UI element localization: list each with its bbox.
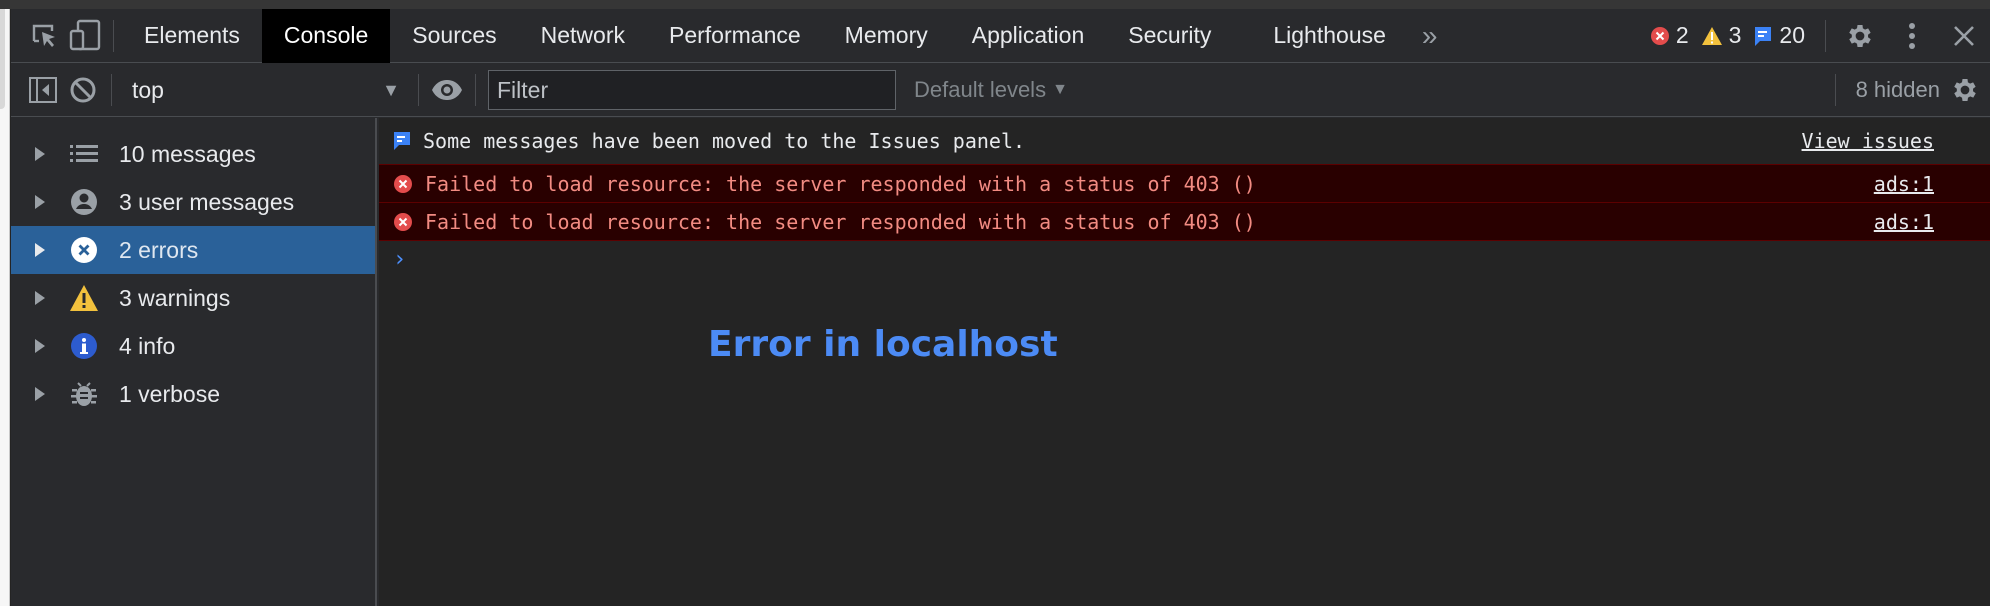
- more-tabs-button[interactable]: »: [1408, 20, 1448, 52]
- tab-console[interactable]: Console: [261, 8, 391, 63]
- separator: [418, 74, 419, 106]
- log-levels-dropdown[interactable]: Default levels ▼: [914, 77, 1068, 103]
- issues-moved-message: Some messages have been moved to the Iss…: [379, 118, 1990, 164]
- expand-arrow-icon[interactable]: [35, 195, 45, 209]
- page-edge: [0, 9, 10, 606]
- expand-arrow-icon[interactable]: [35, 387, 45, 401]
- context-value: top: [132, 76, 164, 103]
- error-count: 2: [1675, 22, 1689, 48]
- devtools-panel: Elements Console Sources Network Perform…: [11, 8, 1990, 606]
- gear-icon: [1849, 24, 1871, 47]
- overlay-caption: Error in localhost: [708, 324, 1058, 365]
- separator: [475, 74, 476, 106]
- sidebar-item-label: 2 errors: [119, 236, 199, 263]
- sidebar-item-label: 3 warnings: [119, 284, 231, 311]
- log-levels-label: Default levels: [914, 77, 1047, 102]
- expand-arrow-icon[interactable]: [35, 147, 45, 161]
- issues-count: 20: [1779, 22, 1805, 48]
- device-toolbar-button[interactable]: [65, 9, 105, 63]
- page-edge-knob: [0, 9, 5, 109]
- sidebar-item-label: 10 messages: [119, 140, 256, 167]
- filter-input[interactable]: [488, 70, 896, 110]
- sidebar-item-info[interactable]: 4 info: [11, 322, 375, 370]
- live-expression-button[interactable]: [427, 63, 467, 117]
- info-icon: [71, 333, 97, 359]
- settings-button[interactable]: [1834, 9, 1886, 63]
- sidebar-item-label: 3 user messages: [119, 188, 295, 215]
- tab-bar: Elements Console Sources Network Perform…: [11, 8, 1990, 63]
- issue-counters[interactable]: 2 3 20: [1650, 22, 1817, 49]
- gear-icon: [1954, 79, 1976, 101]
- hidden-count: 8 hidden: [1834, 74, 1940, 106]
- tab-memory[interactable]: Memory: [823, 9, 950, 63]
- tab-application[interactable]: Application: [950, 9, 1107, 63]
- issues-icon: [394, 132, 410, 150]
- close-icon: [1954, 25, 1974, 46]
- warning-count-icon: [1701, 26, 1722, 45]
- context-selector[interactable]: top ▼: [120, 64, 410, 117]
- sidebar-item-verbose[interactable]: 1 verbose: [11, 370, 375, 418]
- message-text: Failed to load resource: the server resp…: [425, 171, 1256, 196]
- tab-security[interactable]: Security: [1106, 9, 1233, 63]
- sidebar-item-label: 4 info: [119, 332, 176, 359]
- bug-icon: [71, 382, 97, 406]
- tab-elements[interactable]: Elements: [122, 9, 262, 63]
- tab-network[interactable]: Network: [519, 9, 647, 63]
- toggle-sidebar-button[interactable]: [23, 63, 63, 117]
- sidebar-item-errors[interactable]: 2 errors: [11, 226, 375, 274]
- inspect-element-button[interactable]: [25, 9, 65, 63]
- error-message: Failed to load resource: the server resp…: [379, 164, 1990, 202]
- list-icon: [70, 145, 98, 162]
- dropdown-arrow-icon: ▼: [1052, 81, 1068, 98]
- tab-performance[interactable]: Performance: [647, 9, 823, 63]
- tab-sources[interactable]: Sources: [390, 9, 518, 63]
- error-icon: [394, 174, 412, 193]
- console-sidebar: 10 messages 3 user messages 2 errors 3 w…: [11, 118, 377, 606]
- message-text: Failed to load resource: the server resp…: [425, 209, 1256, 234]
- error-icon: [394, 212, 412, 231]
- dropdown-arrow-icon: ▼: [382, 79, 400, 100]
- sidebar-toggle-icon: [29, 77, 57, 103]
- separator: [111, 74, 112, 106]
- issues-count-icon: [1755, 26, 1772, 46]
- inspect-icon: [32, 24, 55, 47]
- view-issues-link[interactable]: View issues: [1802, 129, 1934, 153]
- message-text: Some messages have been moved to the Iss…: [423, 129, 1026, 153]
- error-count-icon: [1650, 26, 1669, 45]
- warning-icon: [70, 285, 98, 311]
- tab-lighthouse[interactable]: Lighthouse: [1251, 9, 1408, 63]
- error-icon: [71, 237, 97, 263]
- expand-arrow-icon[interactable]: [35, 291, 45, 305]
- expand-arrow-icon[interactable]: [35, 339, 45, 353]
- close-devtools-button[interactable]: [1938, 9, 1990, 63]
- user-icon: [71, 189, 97, 215]
- sidebar-item-messages[interactable]: 10 messages: [11, 130, 375, 178]
- sidebar-item-user-messages[interactable]: 3 user messages: [11, 178, 375, 226]
- console-settings-button[interactable]: [1940, 63, 1990, 117]
- clear-console-button[interactable]: [63, 63, 103, 117]
- source-link[interactable]: ads:1: [1874, 210, 1934, 234]
- console-toolbar: top ▼ Default levels ▼ 8 hidden: [11, 64, 1990, 117]
- console-output: Some messages have been moved to the Iss…: [379, 118, 1990, 606]
- sidebar-item-warnings[interactable]: 3 warnings: [11, 274, 375, 322]
- separator: [113, 19, 114, 52]
- block-icon: [70, 77, 96, 103]
- sidebar-item-label: 1 verbose: [119, 380, 221, 407]
- console-prompt[interactable]: ›: [379, 240, 1990, 278]
- warning-count: 3: [1728, 22, 1742, 48]
- eye-icon: [432, 80, 462, 100]
- kebab-menu-icon: [1909, 22, 1915, 49]
- error-message: Failed to load resource: the server resp…: [379, 202, 1990, 240]
- device-icon: [69, 19, 101, 50]
- source-link[interactable]: ads:1: [1874, 172, 1934, 196]
- expand-arrow-icon[interactable]: [35, 243, 45, 257]
- separator: [1825, 19, 1826, 52]
- more-options-button[interactable]: [1886, 9, 1938, 63]
